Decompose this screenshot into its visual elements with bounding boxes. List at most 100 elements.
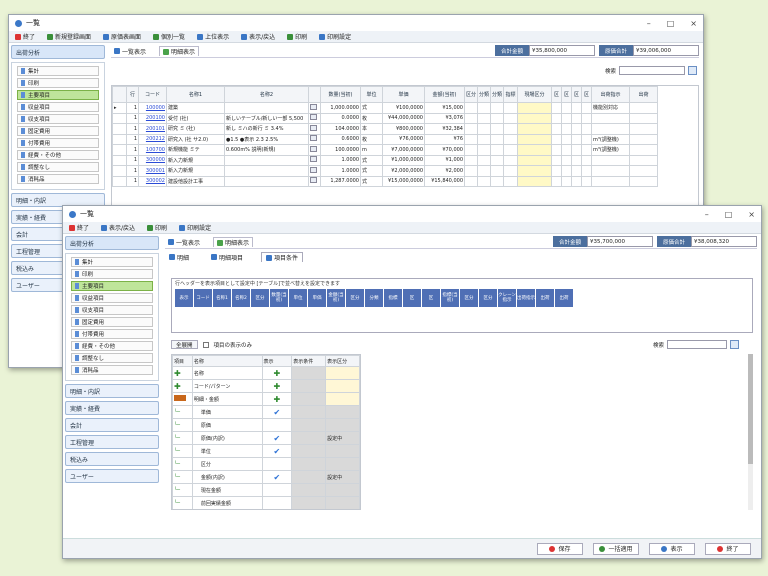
display-flag-cell[interactable] — [325, 405, 360, 419]
column-chip[interactable]: 出荷 — [555, 289, 573, 307]
expand-icon[interactable]: ✚ — [174, 369, 181, 378]
tree-row[interactable]: └─ 原価 — [172, 418, 360, 432]
expand-toggle[interactable]: ✚ — [172, 366, 193, 380]
display-only-checkbox[interactable] — [202, 341, 209, 348]
sidebar-section[interactable]: 実績・経費 — [65, 401, 159, 415]
column-chip[interactable]: 区 — [422, 289, 440, 307]
column-chip[interactable]: 区分 — [346, 289, 364, 307]
table-row[interactable]: ▸ 1 100000 建築 1,000.0000 式 ¥100,0000 ¥15,000 機能別… — [112, 102, 659, 114]
print-button[interactable]: 印刷 — [147, 223, 167, 232]
tree-row[interactable]: └─前回実績金額 — [173, 510, 360, 511]
display-condition-cell[interactable] — [291, 366, 327, 380]
sidebar-section[interactable]: 税込み — [65, 452, 159, 466]
tree-row[interactable]: ✚ 名称 ✚ — [172, 366, 360, 380]
column-chip[interactable]: 単位 — [289, 289, 307, 307]
sidebar-item[interactable]: 収益項目 — [71, 293, 153, 303]
sidebar-item[interactable]: 収支項目 — [71, 305, 153, 315]
exit-button[interactable]: 終了 — [69, 223, 89, 232]
sidebar-section-shipping[interactable]: 出荷分析 — [11, 45, 105, 59]
code-link[interactable]: 200101 — [138, 123, 167, 135]
sidebar-item[interactable]: 付帯費用 — [17, 138, 99, 148]
display-flag-cell[interactable]: 設定中 — [325, 470, 360, 484]
search-icon[interactable] — [730, 340, 739, 349]
sidebar-item[interactable]: 収益項目 — [17, 102, 99, 112]
tab-detail-view[interactable]: 明細表示 — [159, 46, 200, 56]
display-condition-cell[interactable] — [291, 418, 327, 432]
column-chip[interactable]: 出荷 — [536, 289, 554, 307]
sidebar-item[interactable]: 消耗品 — [17, 174, 99, 184]
code-link[interactable]: 100700 — [138, 144, 167, 156]
table-row[interactable]: 1 200101 研究 ミ (社) 新し ミハの新行 ミ 3.4% 104.0000 本 ¥… — [112, 123, 659, 135]
display-flag-cell[interactable] — [325, 457, 360, 471]
add-icon[interactable]: ✚ — [274, 395, 281, 404]
save-button[interactable]: 保存 — [537, 542, 583, 555]
picker-icon[interactable] — [310, 166, 317, 173]
expand-icon[interactable]: ✚ — [174, 382, 181, 391]
subtab-detail[interactable]: 明細 — [165, 253, 193, 262]
column-chip[interactable]: 単価 — [308, 289, 326, 307]
sidebar-item[interactable]: 集計 — [17, 66, 99, 76]
picker-icon[interactable] — [310, 156, 317, 163]
search-input[interactable] — [667, 340, 727, 349]
show-toggle[interactable]: ✔ — [261, 470, 293, 484]
vertical-scrollbar[interactable] — [748, 354, 753, 510]
display-flag-cell[interactable] — [325, 379, 360, 393]
search-input[interactable] — [619, 66, 685, 75]
sidebar-item[interactable]: 調整なし — [71, 353, 153, 363]
column-chip[interactable]: 数量(当初) — [270, 289, 288, 307]
display-flag-cell[interactable] — [325, 496, 360, 509]
display-flag-cell[interactable] — [326, 510, 360, 511]
picker-icon[interactable] — [310, 177, 317, 184]
code-link[interactable]: 300002 — [138, 175, 167, 187]
column-chip[interactable]: 区 — [403, 289, 421, 307]
column-chip[interactable]: 分類 — [365, 289, 383, 307]
column-chip[interactable]: 金額(当初) — [327, 289, 345, 307]
tree-row[interactable]: └─前回実績金額 — [172, 496, 360, 509]
display-button[interactable]: 表示/戻込 — [101, 223, 135, 232]
minimize-icon[interactable]: – — [647, 19, 651, 28]
sidebar-item[interactable]: 消耗品 — [71, 365, 153, 375]
show-toggle[interactable] — [261, 418, 293, 432]
tree-row[interactable]: └─ 金額(内訳) ✔ 設定中 — [172, 470, 360, 484]
table-row[interactable]: 1 300002 建設他設計工事 1,287.0000 式 ¥15,000,0000 ¥15… — [112, 175, 659, 187]
display-button[interactable]: 表示 — [649, 542, 695, 555]
collapse-icon[interactable] — [174, 395, 186, 401]
close-icon[interactable]: × — [690, 19, 697, 28]
display-condition-cell[interactable] — [291, 483, 327, 497]
show-toggle[interactable] — [261, 496, 293, 509]
apply-all-button[interactable]: 一括適用 — [593, 542, 639, 555]
check-icon[interactable]: ✔ — [274, 408, 281, 417]
tree-row[interactable]: 明細・金額 ✚ — [172, 392, 360, 406]
display-flag-cell[interactable] — [325, 366, 360, 380]
sidebar-item[interactable]: 経費・その他 — [17, 150, 99, 160]
print-button[interactable]: 印刷 — [287, 32, 307, 41]
sidebar-section[interactable]: 会計 — [65, 418, 159, 432]
sidebar-section-shipping[interactable]: 出荷分析 — [65, 236, 159, 250]
display-condition-cell[interactable] — [291, 405, 327, 419]
row-picker-icon[interactable] — [308, 112, 321, 124]
tree-row[interactable]: └─ 区分 — [172, 457, 360, 471]
picker-icon[interactable] — [310, 124, 317, 131]
tree-row[interactable]: └─ 現在金額 — [172, 483, 360, 497]
column-chip[interactable]: 名称2 — [232, 289, 250, 307]
show-toggle[interactable] — [261, 483, 293, 497]
check-icon[interactable]: ✔ — [274, 447, 281, 456]
sidebar-item[interactable]: 経費・その他 — [71, 341, 153, 351]
sidebar-item[interactable]: 付帯費用 — [71, 329, 153, 339]
scrollbar-thumb[interactable] — [748, 354, 753, 464]
code-link[interactable]: 200212 — [138, 133, 167, 145]
tree-row[interactable]: ✚ コード/パターン ✚ — [172, 379, 360, 393]
column-chip[interactable]: 名称1 — [213, 289, 231, 307]
tree-row[interactable]: └─ 単価 ✔ — [172, 405, 360, 419]
close-icon[interactable]: × — [748, 210, 755, 219]
display-button[interactable]: 表示/戻込 — [241, 32, 275, 41]
table-row[interactable]: 1 200212 研究入 (社 サ2.0) ●1.5 ●表示 2.3 2.5% 0.60… — [112, 133, 659, 145]
show-toggle[interactable] — [261, 457, 293, 471]
tree-row[interactable]: └─ 単位 ✔ — [172, 444, 360, 458]
exit-button[interactable]: 終了 — [15, 32, 35, 41]
display-condition-cell[interactable] — [292, 510, 326, 511]
close-button[interactable]: 終了 — [705, 542, 751, 555]
sidebar-item[interactable]: 印刷 — [71, 269, 153, 279]
display-flag-cell[interactable] — [325, 418, 360, 432]
display-condition-cell[interactable] — [291, 457, 327, 471]
